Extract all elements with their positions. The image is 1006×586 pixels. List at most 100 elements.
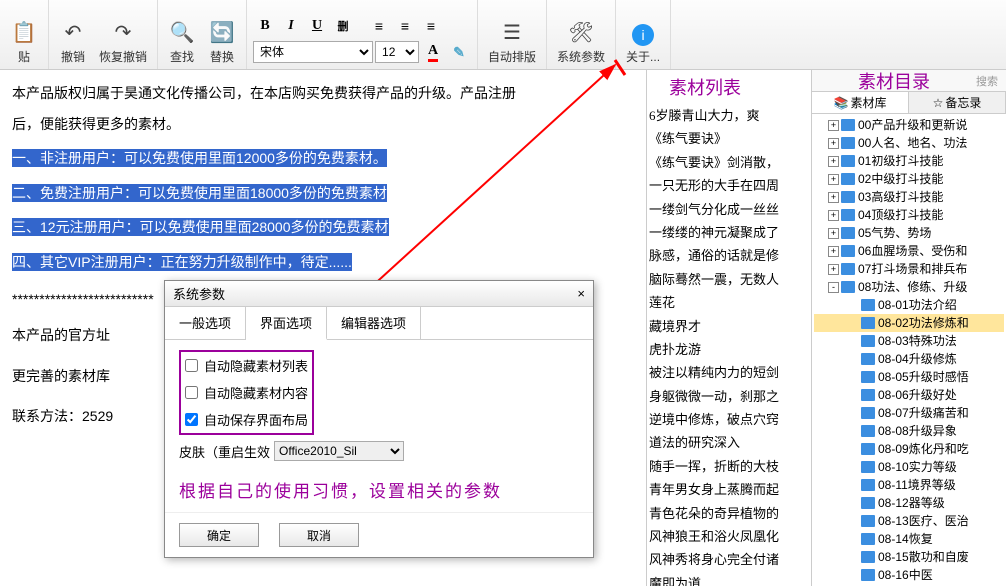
sys-params-label: 系统参数 — [557, 48, 605, 65]
dialog-tab-editor[interactable]: 编辑器选项 — [327, 307, 421, 339]
font-color-button[interactable]: A — [421, 41, 445, 63]
dialog-title: 系统参数 — [173, 284, 225, 303]
about-button[interactable]: i 关于... — [620, 22, 666, 67]
tree-item[interactable]: 08-15散功和自废 — [814, 548, 1004, 566]
material-list-item[interactable]: 随手一挥，折断的大枝 — [649, 455, 809, 478]
dialog-tab-ui[interactable]: 界面选项 — [246, 307, 327, 340]
undo-button[interactable]: ↶ 撤销 — [53, 16, 93, 67]
expand-icon[interactable]: + — [828, 264, 839, 275]
expand-icon[interactable]: + — [828, 210, 839, 221]
find-button[interactable]: 🔍 查找 — [162, 16, 202, 67]
material-tree[interactable]: +00产品升级和更新说+00人名、地名、功法+01初级打斗技能+02中级打斗技能… — [812, 114, 1006, 586]
material-list-item[interactable]: 青年男女身上蒸腾而起 — [649, 478, 809, 501]
expand-icon[interactable]: + — [828, 120, 839, 131]
tab-memo[interactable]: ☆ 备忘录 — [909, 92, 1006, 113]
chk-hide-content[interactable] — [185, 386, 198, 399]
tree-item[interactable]: +01初级打斗技能 — [814, 152, 1004, 170]
tree-item[interactable]: +00人名、地名、功法 — [814, 134, 1004, 152]
material-list-item[interactable]: 风神秀将身心完全付诸 — [649, 548, 809, 571]
about-label: 关于... — [626, 48, 660, 65]
material-list-item[interactable]: 藏境界才 — [649, 315, 809, 338]
tree-item[interactable]: +05气势、势场 — [814, 224, 1004, 242]
tree-item[interactable]: +02中级打斗技能 — [814, 170, 1004, 188]
tree-item[interactable]: 08-01功法介绍 — [814, 296, 1004, 314]
material-list-item[interactable]: 《练气要诀》剑消散， — [649, 151, 809, 174]
tree-item[interactable]: +03高级打斗技能 — [814, 188, 1004, 206]
redo-label: 恢复撤销 — [99, 48, 147, 65]
auto-layout-button[interactable]: ☰ 自动排版 — [482, 16, 542, 67]
expand-icon[interactable]: + — [828, 246, 839, 257]
material-list-item[interactable]: 一只无形的大手在四周 — [649, 174, 809, 197]
tree-item[interactable]: 08-12器等级 — [814, 494, 1004, 512]
material-list-item[interactable]: 逆境中修炼，破点穴窍 — [649, 408, 809, 431]
tree-item[interactable]: -08功法、修练、升级 — [814, 278, 1004, 296]
tree-item[interactable]: 08-06升级好处 — [814, 386, 1004, 404]
folder-icon — [841, 137, 855, 149]
search-label[interactable]: 搜索 — [976, 73, 1006, 89]
material-list-item[interactable]: 青色花朵的奇异植物的 — [649, 502, 809, 525]
sys-params-button[interactable]: 🛠 系统参数 — [551, 16, 611, 67]
tree-item[interactable]: 08-13医疗、医治 — [814, 512, 1004, 530]
tree-item[interactable]: 08-02功法修炼和 — [814, 314, 1004, 332]
material-list-item[interactable]: 脉感，通俗的话就是修 — [649, 244, 809, 267]
tree-item[interactable]: +07打斗场景和排兵布 — [814, 260, 1004, 278]
chk-save-layout[interactable] — [185, 413, 198, 426]
skin-select[interactable]: Office2010_Sil — [274, 441, 404, 461]
tree-item[interactable]: +06血腥场景、受伤和 — [814, 242, 1004, 260]
size-select[interactable]: 12 — [375, 41, 419, 63]
material-list-item[interactable]: 道法的研究深入 — [649, 431, 809, 454]
tree-item[interactable]: 08-11境界等级 — [814, 476, 1004, 494]
tree-item[interactable]: 08-07升级痛苦和 — [814, 404, 1004, 422]
editor-highlight: 二、免费注册用户：可以免费使用里面18000多份的免费素材 — [12, 184, 387, 202]
highlight-button[interactable]: ✎ — [447, 41, 471, 63]
material-list-item[interactable]: 魔即为道 — [649, 572, 809, 586]
ok-button[interactable]: 确定 — [179, 523, 259, 547]
tree-item[interactable]: 08-03特殊功法 — [814, 332, 1004, 350]
align-center-button[interactable]: ≡ — [393, 15, 417, 37]
material-tree-title: 素材目录 — [812, 68, 976, 94]
align-left-button[interactable]: ≡ — [367, 15, 391, 37]
tree-item[interactable]: 08-05升级时感悟 — [814, 368, 1004, 386]
material-list-item[interactable]: 虎扑龙游 — [649, 338, 809, 361]
underline-button[interactable]: U — [305, 15, 329, 37]
material-list-item[interactable]: 一缕剑气分化成一丝丝 — [649, 198, 809, 221]
replace-button[interactable]: 🔄 替换 — [202, 16, 242, 67]
tree-item[interactable]: 08-08升级异象 — [814, 422, 1004, 440]
info-icon: i — [632, 24, 654, 46]
material-list-item[interactable]: 被注以精纯内力的短剑 — [649, 361, 809, 384]
expand-icon[interactable]: + — [828, 174, 839, 185]
expand-icon[interactable]: + — [828, 228, 839, 239]
material-list-item[interactable]: 莲花 — [649, 291, 809, 314]
tab-material-lib[interactable]: 📚 素材库 — [812, 92, 909, 113]
font-select[interactable]: 宋体 — [253, 41, 373, 63]
cancel-button[interactable]: 取消 — [279, 523, 359, 547]
tree-item[interactable]: +04顶级打斗技能 — [814, 206, 1004, 224]
expand-icon[interactable]: - — [828, 282, 839, 293]
tree-item[interactable]: 08-10实力等级 — [814, 458, 1004, 476]
expand-icon[interactable]: + — [828, 192, 839, 203]
replace-label: 替换 — [210, 48, 234, 65]
material-list-item[interactable]: 脑际蓦然一震，无数人 — [649, 268, 809, 291]
expand-icon[interactable]: + — [828, 138, 839, 149]
tree-item[interactable]: 08-04升级修炼 — [814, 350, 1004, 368]
close-icon[interactable]: × — [577, 286, 585, 301]
material-list-item[interactable]: 6岁滕青山大力，爽 — [649, 104, 809, 127]
material-list-item[interactable]: 一缕缕的神元凝聚成了 — [649, 221, 809, 244]
skin-label: 皮肤（重启生效 — [179, 442, 270, 461]
tree-item[interactable]: 08-14恢复 — [814, 530, 1004, 548]
redo-button[interactable]: ↷ 恢复撤销 — [93, 16, 153, 67]
material-list-item[interactable]: 《练气要诀》 — [649, 127, 809, 150]
tree-item[interactable]: +00产品升级和更新说 — [814, 116, 1004, 134]
paste-button[interactable]: 📋 贴 — [4, 16, 44, 67]
chk-hide-list[interactable] — [185, 359, 198, 372]
strike-button[interactable]: 删 — [331, 15, 355, 37]
tree-item[interactable]: 08-09炼化丹和吃 — [814, 440, 1004, 458]
dialog-tab-general[interactable]: 一般选项 — [165, 307, 246, 339]
tree-item[interactable]: 08-16中医 — [814, 566, 1004, 584]
expand-icon[interactable]: + — [828, 156, 839, 167]
bold-button[interactable]: B — [253, 15, 277, 37]
material-list-item[interactable]: 风神狼王和浴火凤凰化 — [649, 525, 809, 548]
align-right-button[interactable]: ≡ — [419, 15, 443, 37]
material-list-item[interactable]: 身躯微微一动，刹那之 — [649, 385, 809, 408]
italic-button[interactable]: I — [279, 15, 303, 37]
